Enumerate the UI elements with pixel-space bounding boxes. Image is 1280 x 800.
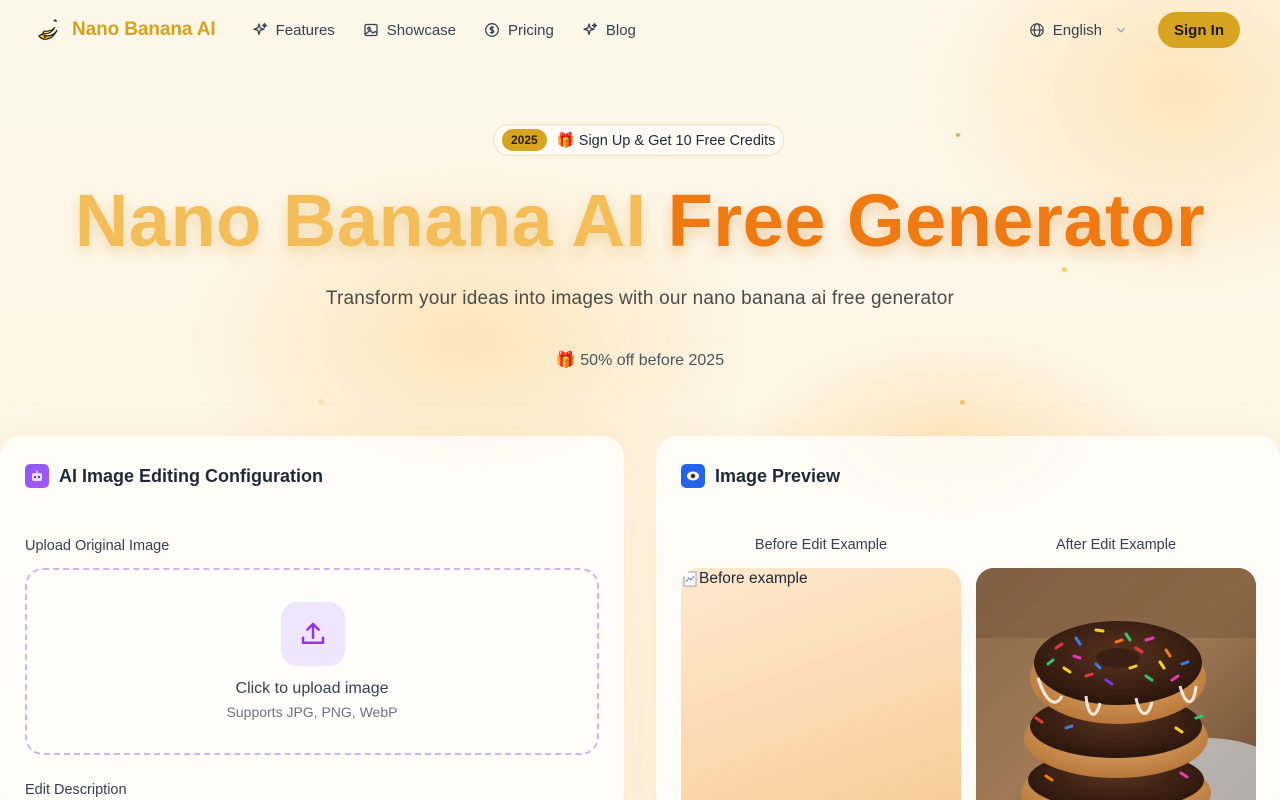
hero-subtitle: Transform your ideas into images with ou… [325,288,955,309]
brand-name: Nano Banana AI [72,19,216,40]
preview-card-title: Image Preview [715,465,841,486]
donut-photo [976,568,1256,800]
nav-link-features[interactable]: Features [252,22,335,39]
nav-links: Features Showcase Pricing Blog [252,22,636,39]
before-image: Before example [681,568,961,800]
hero-title-part1: Nano Banana AI [74,179,647,262]
language-select[interactable]: English [1029,22,1128,39]
nav-link-showcase[interactable]: Showcase [363,22,456,39]
sparkles-icon [583,22,598,36]
promo-text: 🎁 Sign Up & Get 10 Free Credits [556,132,776,149]
dollar-circle-icon [485,23,499,37]
upload-icon [281,602,345,666]
edit-description-label: Edit Description [25,782,127,798]
chevron-down-icon [1117,27,1125,33]
robot-icon [25,464,49,488]
top-nav: Nano Banana AI Features Showcase Pricing… [0,0,1280,60]
sparkles-icon [252,22,267,36]
promo-badge[interactable]: 2025 🎁 Sign Up & Get 10 Free Credits [493,124,785,156]
image-icon [364,23,378,37]
eye-icon [681,464,705,488]
before-image-alt: Before example [683,570,808,588]
hero-title-part2: Free Generator [667,179,1206,262]
config-card: AI Image Editing Configuration Upload Or… [0,436,624,800]
brand[interactable]: Nano Banana AI [34,16,216,44]
upload-label: Upload Original Image [25,538,170,554]
config-card-title: AI Image Editing Configuration [59,465,323,486]
nav-link-pricing[interactable]: Pricing [484,22,554,39]
sign-in-button[interactable]: Sign In [1158,12,1240,48]
globe-icon [1029,23,1044,37]
upload-subtitle: Supports JPG, PNG, WebP [226,704,398,720]
decorative-dot [956,133,960,137]
nav-link-label: Pricing [508,21,554,39]
nav-link-label: Blog [605,21,636,39]
hero-title: Nano Banana AI Free Generator [0,178,1280,263]
language-label: English [1052,21,1102,39]
nav-link-blog[interactable]: Blog [582,22,636,39]
decorative-dot [1062,267,1067,272]
decorative-dot [318,399,324,405]
preview-card: Image Preview Before Edit Example After … [656,436,1280,800]
upload-dropzone[interactable]: Click to upload image Supports JPG, PNG,… [25,568,599,755]
nav-right: English Sign In [1029,12,1240,48]
promo-year-badge: 2025 [502,129,547,151]
nav-link-label: Features [275,21,335,39]
upload-title: Click to upload image [235,680,389,697]
after-label: After Edit Example [1055,537,1177,553]
hero-offer: 🎁 50% off before 2025 [555,352,725,369]
broken-image-icon [683,571,697,587]
decorative-dot [960,400,965,405]
preview-card-header: Image Preview [681,464,840,488]
before-alt-text: Before example [699,570,808,587]
after-image [976,568,1256,800]
nav-link-label: Showcase [386,21,457,39]
config-card-header: AI Image Editing Configuration [25,464,323,488]
banana-icon [34,16,62,44]
before-label: Before Edit Example [754,537,888,553]
